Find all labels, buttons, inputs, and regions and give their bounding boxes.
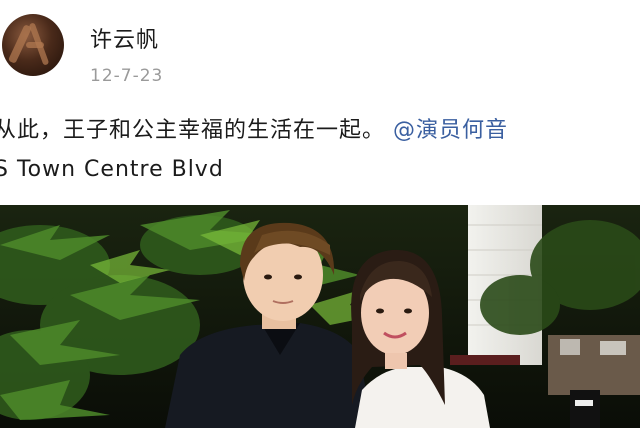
post-header: 许云帆 12-7-23 [0, 0, 640, 100]
post-date: 12-7-23 [90, 66, 164, 86]
user-mention-link[interactable]: @演员何音 [393, 118, 508, 143]
post-text: 从此，王子和公主幸福的生活在一起。 [0, 118, 386, 143]
post-location[interactable]: S Town Centre Blvd [0, 157, 224, 182]
author-avatar[interactable] [2, 14, 64, 76]
author-name[interactable]: 许云帆 [90, 22, 159, 54]
post-photo[interactable] [0, 205, 640, 428]
photo-of-two-people-icon [0, 205, 640, 428]
post-text-line: 从此，王子和公主幸福的生活在一起。 @演员何音 [0, 112, 508, 144]
